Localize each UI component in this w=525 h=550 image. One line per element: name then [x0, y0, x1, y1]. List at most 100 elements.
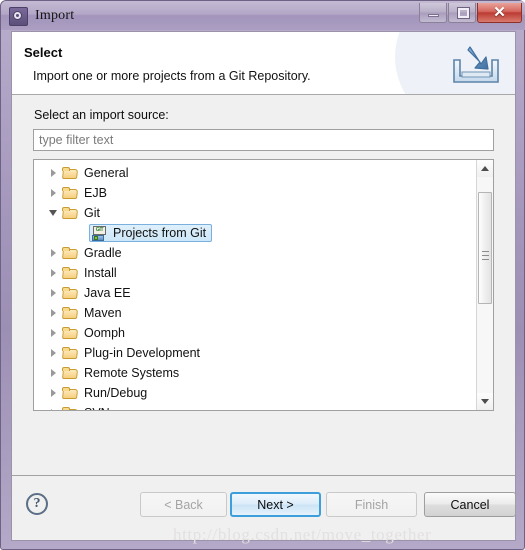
git-icon-badge: [94, 235, 98, 240]
chevron-right-icon[interactable]: [46, 169, 60, 177]
chevron-right-glyph: [50, 189, 56, 197]
tree-item-label: SVN: [83, 406, 110, 410]
tree-item-label: Projects from Git: [113, 226, 207, 240]
chevron-right-glyph: [50, 309, 56, 317]
tree-item-oomph[interactable]: Oomph: [34, 323, 476, 343]
folder-icon: [62, 246, 78, 260]
folder-icon: [62, 286, 78, 300]
tree-item-ejb[interactable]: EJB: [34, 183, 476, 203]
chevron-right-icon[interactable]: [46, 389, 60, 397]
title-bar[interactable]: Import ✕: [1, 1, 525, 30]
filter-input[interactable]: type filter text: [33, 129, 494, 151]
tree-item-label: Oomph: [84, 326, 125, 340]
chevron-right-glyph: [50, 289, 56, 297]
chevron-right-icon[interactable]: [46, 309, 60, 317]
folder-icon: [62, 386, 78, 400]
tree-item-label: Git: [84, 206, 100, 220]
close-icon: ✕: [493, 4, 506, 21]
tree-item-projects-from-git[interactable]: GIT Projects from Git: [34, 223, 476, 243]
tree-item-label: Gradle: [84, 246, 122, 260]
chevron-right-icon[interactable]: [46, 289, 60, 297]
dialog-client-area: Select Import one or more projects from …: [11, 31, 516, 541]
wizard-header: Select Import one or more projects from …: [12, 32, 515, 95]
wizard-body: Select an import source: type filter tex…: [12, 96, 515, 476]
scroll-down-icon[interactable]: [477, 393, 493, 410]
chevron-right-icon[interactable]: [46, 349, 60, 357]
tree-selection-highlight[interactable]: GIT Projects from Git: [89, 224, 213, 242]
scroll-down-arrow-glyph: [481, 399, 489, 404]
minimize-button[interactable]: [419, 3, 447, 23]
import-source-tree[interactable]: General EJB Git GIT Projects from Git Gradle I…: [33, 159, 494, 411]
folder-icon: [62, 186, 78, 200]
import-arrow-into-tray-icon: [453, 46, 499, 83]
tree-item-label: Run/Debug: [84, 386, 148, 400]
back-button[interactable]: < Back: [140, 492, 227, 517]
chevron-right-icon[interactable]: [46, 409, 60, 410]
tree-item-remote-systems[interactable]: Remote Systems: [34, 363, 476, 383]
maximize-icon: [457, 7, 470, 19]
dialog-footer: ? < Back Next > Finish Cancel: [12, 475, 516, 540]
tree-item-general[interactable]: General: [34, 163, 476, 183]
tree-item-label: General: [84, 166, 129, 180]
chevron-right-glyph: [50, 369, 56, 377]
folder-icon: [62, 306, 78, 320]
window-title: Import: [35, 7, 75, 23]
tree-item-label: Install: [84, 266, 117, 280]
tree-item-label: Maven: [84, 306, 122, 320]
chevron-right-icon[interactable]: [46, 189, 60, 197]
close-button[interactable]: ✕: [477, 3, 522, 23]
tree-item-git[interactable]: Git: [34, 203, 476, 223]
folder-icon: [62, 266, 78, 280]
tree-item-gradle[interactable]: Gradle: [34, 243, 476, 263]
tree-vertical-scrollbar[interactable]: [476, 160, 493, 410]
tree-item-install[interactable]: Install: [34, 263, 476, 283]
maximize-button[interactable]: [448, 3, 476, 23]
scroll-up-icon[interactable]: [477, 160, 493, 177]
scroll-up-arrow-glyph: [481, 166, 489, 171]
tree-item-label: Java EE: [84, 286, 131, 300]
tree-items-container: General EJB Git GIT Projects from Git Gradle I…: [34, 163, 476, 410]
git-icon-label: GIT: [93, 225, 106, 235]
folder-icon: [62, 166, 78, 180]
chevron-right-icon[interactable]: [46, 249, 60, 257]
folder-icon: [62, 406, 78, 410]
tree-item-svn[interactable]: SVN: [34, 403, 476, 410]
folder-icon: [62, 346, 78, 360]
cancel-button[interactable]: Cancel: [424, 492, 516, 517]
next-button[interactable]: Next >: [230, 492, 321, 517]
page-title: Select: [24, 45, 63, 60]
folder-icon: [62, 206, 78, 220]
tree-item-maven[interactable]: Maven: [34, 303, 476, 323]
tree-item-label: Remote Systems: [84, 366, 180, 380]
chevron-down-glyph: [49, 210, 57, 216]
tree-item-label: Plug-in Development: [84, 346, 201, 360]
tree-item-java-ee[interactable]: Java EE: [34, 283, 476, 303]
help-button[interactable]: ?: [26, 493, 48, 515]
chevron-right-glyph: [50, 169, 56, 177]
chevron-right-icon[interactable]: [46, 369, 60, 377]
eclipse-gear-icon: [9, 6, 28, 26]
git-repository-icon: GIT: [92, 225, 108, 241]
page-description: Import one or more projects from a Git R…: [33, 69, 311, 83]
chevron-right-icon[interactable]: [46, 329, 60, 337]
scrollbar-grip-icon: [482, 251, 489, 260]
chevron-right-glyph: [50, 389, 56, 397]
window-controls: ✕: [418, 3, 522, 24]
chevron-right-glyph: [50, 269, 56, 277]
chevron-right-glyph: [50, 349, 56, 357]
tree-item-plug-in-development[interactable]: Plug-in Development: [34, 343, 476, 363]
scrollbar-thumb[interactable]: [478, 192, 492, 304]
tree-item-run-debug[interactable]: Run/Debug: [34, 383, 476, 403]
chevron-right-glyph: [50, 329, 56, 337]
minimize-icon: [428, 14, 439, 17]
chevron-right-icon[interactable]: [46, 269, 60, 277]
chevron-down-icon[interactable]: [46, 210, 60, 216]
folder-icon: [62, 366, 78, 380]
chevron-right-glyph: [50, 249, 56, 257]
import-source-label: Select an import source:: [34, 108, 169, 122]
chevron-right-glyph: [50, 409, 56, 410]
tree-item-label: EJB: [84, 186, 107, 200]
import-dialog-window: Import ✕ Select Import one or more proje…: [0, 0, 525, 550]
folder-icon: [62, 326, 78, 340]
finish-button[interactable]: Finish: [326, 492, 417, 517]
